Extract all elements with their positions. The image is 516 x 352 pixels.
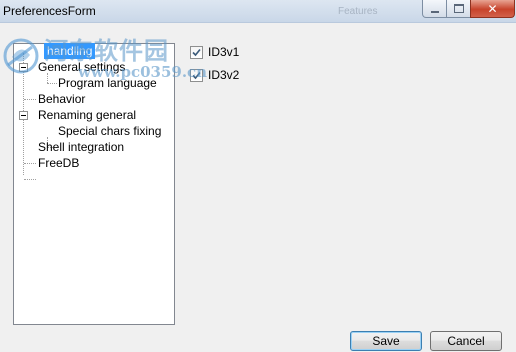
watermark: 河东软件园 www.pc0359.cn: [0, 35, 207, 93]
title-bar: PreferencesForm Features ✕: [0, 0, 516, 23]
tree-line: [24, 163, 36, 164]
close-button[interactable]: ✕: [470, 0, 515, 18]
watermark-title: 河东软件园: [44, 37, 169, 65]
tree-item-behavior[interactable]: Behavior: [38, 91, 85, 107]
preferences-client-area: handling General settings Program langua…: [0, 23, 516, 352]
close-icon: ✕: [487, 1, 498, 16]
tree-item-special-chars-fixing[interactable]: Special chars fixing: [58, 123, 161, 139]
watermark-url: www.pc0359.cn: [78, 63, 208, 81]
id3v2-label: ID3v2: [208, 68, 240, 82]
collapse-icon[interactable]: [19, 111, 28, 120]
tree-line: [24, 99, 36, 100]
tree-item-label: FreeDB: [38, 156, 80, 170]
minimize-button[interactable]: [422, 0, 448, 18]
tree-item-renaming-general[interactable]: Renaming general: [38, 107, 136, 123]
tree-item-label: Renaming general: [38, 108, 137, 122]
tree-item-label: Special chars fixing: [58, 124, 162, 138]
id3v1-label: ID3v1: [208, 45, 240, 59]
tree-item-freedb[interactable]: FreeDB: [38, 155, 79, 171]
tree-line: [24, 179, 36, 180]
window-ghost-title: Features: [338, 6, 378, 17]
save-button[interactable]: Save: [350, 331, 422, 351]
maximize-button[interactable]: [446, 0, 472, 18]
tree-item-shell-integration[interactable]: Shell integration: [38, 139, 124, 155]
tree-item-label: Shell integration: [38, 140, 125, 154]
cancel-button[interactable]: Cancel: [430, 331, 502, 351]
window-title: PreferencesForm: [3, 4, 96, 18]
maximize-icon: [454, 4, 464, 13]
minimize-icon: [431, 10, 439, 13]
tree-item-label: Behavior: [38, 92, 86, 106]
hedong-logo-icon: [3, 38, 39, 74]
